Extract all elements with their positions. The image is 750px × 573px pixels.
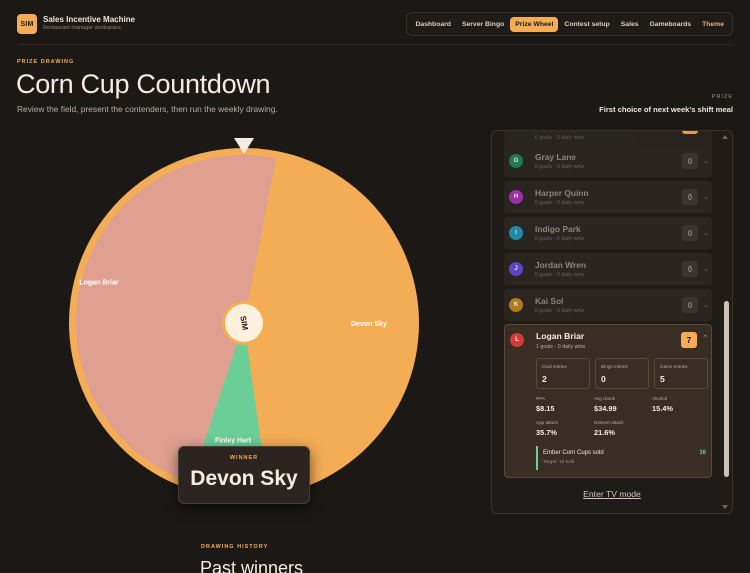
nav-dashboard[interactable]: Dashboard	[410, 17, 456, 32]
history-eyebrow: DRAWING HISTORY	[201, 544, 269, 550]
app-subtitle: Restaurant manager workspace	[43, 25, 121, 31]
contender-name: Jordan Wren	[535, 260, 587, 270]
metric-value: 21.6%	[594, 428, 615, 437]
stat-value: 5	[660, 374, 665, 384]
contender-row[interactable]: H Harper Quinn 0 goals · 0 daily wins 0 …	[504, 181, 712, 213]
nav-server-bingo[interactable]: Server Bingo	[457, 17, 509, 32]
metric-value: 15.4%	[652, 404, 673, 413]
contender-meta: 0 goals · 0 daily wins	[535, 200, 585, 206]
contender-meta: 0 goals · 0 daily wins	[535, 236, 585, 242]
metric-label: App attach	[536, 420, 558, 425]
avatar: L	[510, 333, 524, 347]
wheel-segment-label: Finley Hart	[215, 437, 252, 444]
chevron-down-icon[interactable]: ⌄	[703, 301, 709, 309]
scroll-up-icon[interactable]	[722, 135, 728, 139]
wheel-pointer-icon	[234, 138, 254, 154]
wheel-segment-label: Devon Sky	[351, 321, 387, 328]
contender-row[interactable]: J Jordan Wren 0 goals · 0 daily wins 0 ⌄	[504, 253, 712, 285]
contender-row[interactable]: I Indigo Park 0 goals · 0 daily wins 0 ⌄	[504, 217, 712, 249]
metric-label: Dessert attach	[594, 420, 624, 425]
page-description: Review the field, present the contenders…	[17, 104, 278, 114]
avatar: I	[509, 226, 523, 240]
metric-alcohol: Alcohol 15.4%	[652, 396, 673, 413]
prize-label: PRIZE	[711, 94, 733, 100]
scroll-down-icon[interactable]	[722, 505, 728, 509]
contender-meta: 0 goals · 0 daily wins	[535, 308, 585, 314]
nav-prize-wheel[interactable]: Prize Wheel	[510, 16, 559, 32]
stat-bingo-entries: Bingo entries 0	[595, 358, 649, 389]
stat-label: Bingo entries	[601, 364, 628, 369]
entry-count-badge: 0	[682, 225, 698, 241]
page-eyebrow: PRIZE DRAWING	[17, 59, 75, 65]
scrollbar-thumb[interactable]	[724, 301, 729, 477]
nav-sales[interactable]: Sales	[616, 17, 644, 32]
enter-tv-mode-link[interactable]: Enter TV mode	[492, 489, 732, 499]
metric-label: Alcohol	[652, 396, 668, 401]
contenders-panel[interactable]: 0 goals · 0 daily wins G Gray Lane 0 goa…	[491, 130, 733, 514]
metric-label: Avg check	[594, 396, 616, 401]
stat-label: Game entries	[660, 364, 688, 369]
stat-value: 0	[601, 374, 606, 384]
page-title: Corn Cup Countdown	[16, 69, 271, 99]
stat-label: Goal entries	[542, 364, 567, 369]
stat-game-entries: Game entries 5	[654, 358, 708, 389]
nav-gameboards[interactable]: Gameboards	[645, 17, 697, 32]
contender-row-expanded[interactable]: L Logan Briar 1 goals · 0 daily wins 7 ⌃…	[504, 324, 712, 478]
chevron-down-icon[interactable]: ⌄	[703, 229, 709, 237]
winner-label: WINNER	[229, 455, 259, 461]
wheel-segment-label: Logan Briar	[79, 280, 119, 287]
app-title: Sales Incentive Machine	[43, 15, 136, 24]
entry-count-badge: 0	[682, 261, 698, 277]
chevron-down-icon[interactable]: ⌄	[703, 265, 709, 273]
contender-name: Logan Briar	[536, 331, 585, 341]
metric-avg-check: Avg check $34.99	[594, 396, 617, 413]
app-logo[interactable]: SIM	[17, 14, 37, 34]
metric-ppa: PPA $8.15	[536, 396, 555, 413]
contender-meta: 1 goals · 0 daily wins	[536, 344, 586, 350]
top-bar: SIM Sales Incentive Machine Restaurant m…	[17, 12, 733, 44]
contender-meta: 0 goals · 0 daily wins	[535, 272, 585, 278]
winner-name: Devon Sky	[190, 467, 298, 490]
avatar: K	[509, 298, 523, 312]
contender-name: Indigo Park	[535, 224, 581, 234]
metric-value: 35.7%	[536, 428, 557, 437]
metric-app-attach: App attach 35.7%	[536, 420, 558, 437]
stat-goal-entries: Goal entries 2	[536, 358, 590, 389]
contender-meta: 0 goals · 0 daily wins	[535, 164, 585, 170]
prize-value: First choice of next week's shift meal	[599, 105, 733, 114]
metric-value: $34.99	[594, 404, 617, 413]
entry-count-badge: 0	[682, 153, 698, 169]
winner-card: WINNER Devon Sky	[178, 446, 310, 504]
contender-name: Kai Sol	[535, 296, 564, 306]
contender-meta: 0 goals · 0 daily wins	[535, 135, 585, 141]
contender-name: Gray Lane	[535, 152, 576, 162]
goal-callout-target: Target: 12 sold	[543, 460, 575, 465]
entry-count-badge: 0	[682, 297, 698, 313]
metric-dessert-attach: Dessert attach 21.6%	[594, 420, 624, 437]
contender-row[interactable]: K Kai Sol 0 goals · 0 daily wins 0 ⌄	[504, 289, 712, 321]
metric-label: PPA	[536, 396, 545, 401]
history-title: Past winners	[200, 558, 304, 573]
nav-contest-setup[interactable]: Contest setup	[559, 17, 614, 32]
chevron-down-icon[interactable]: ⌄	[703, 193, 709, 201]
chevron-up-icon[interactable]: ⌃	[702, 334, 708, 342]
goal-callout-label: Ember Corn Cups sold	[543, 450, 604, 456]
avatar: J	[509, 262, 523, 276]
contender-count-partial	[682, 131, 698, 134]
goal-callout: Ember Corn Cups sold Target: 12 sold 16	[536, 446, 706, 470]
contender-name: Harper Quinn	[535, 188, 589, 198]
main-nav: Dashboard Server Bingo Prize Wheel Conte…	[406, 12, 733, 36]
chevron-down-icon[interactable]: ⌄	[703, 157, 709, 165]
metric-value: $8.15	[536, 404, 555, 413]
theme-toggle-button[interactable]: Theme	[697, 17, 729, 32]
entry-count-badge: 7	[681, 332, 697, 348]
avatar: H	[509, 190, 523, 204]
goal-callout-value: 16	[699, 450, 706, 456]
avatar: G	[509, 154, 523, 168]
entry-count-badge: 0	[682, 189, 698, 205]
contender-row[interactable]: G Gray Lane 0 goals · 0 daily wins 0 ⌄	[504, 145, 712, 177]
stat-value: 2	[542, 374, 547, 384]
header-divider	[17, 44, 733, 45]
